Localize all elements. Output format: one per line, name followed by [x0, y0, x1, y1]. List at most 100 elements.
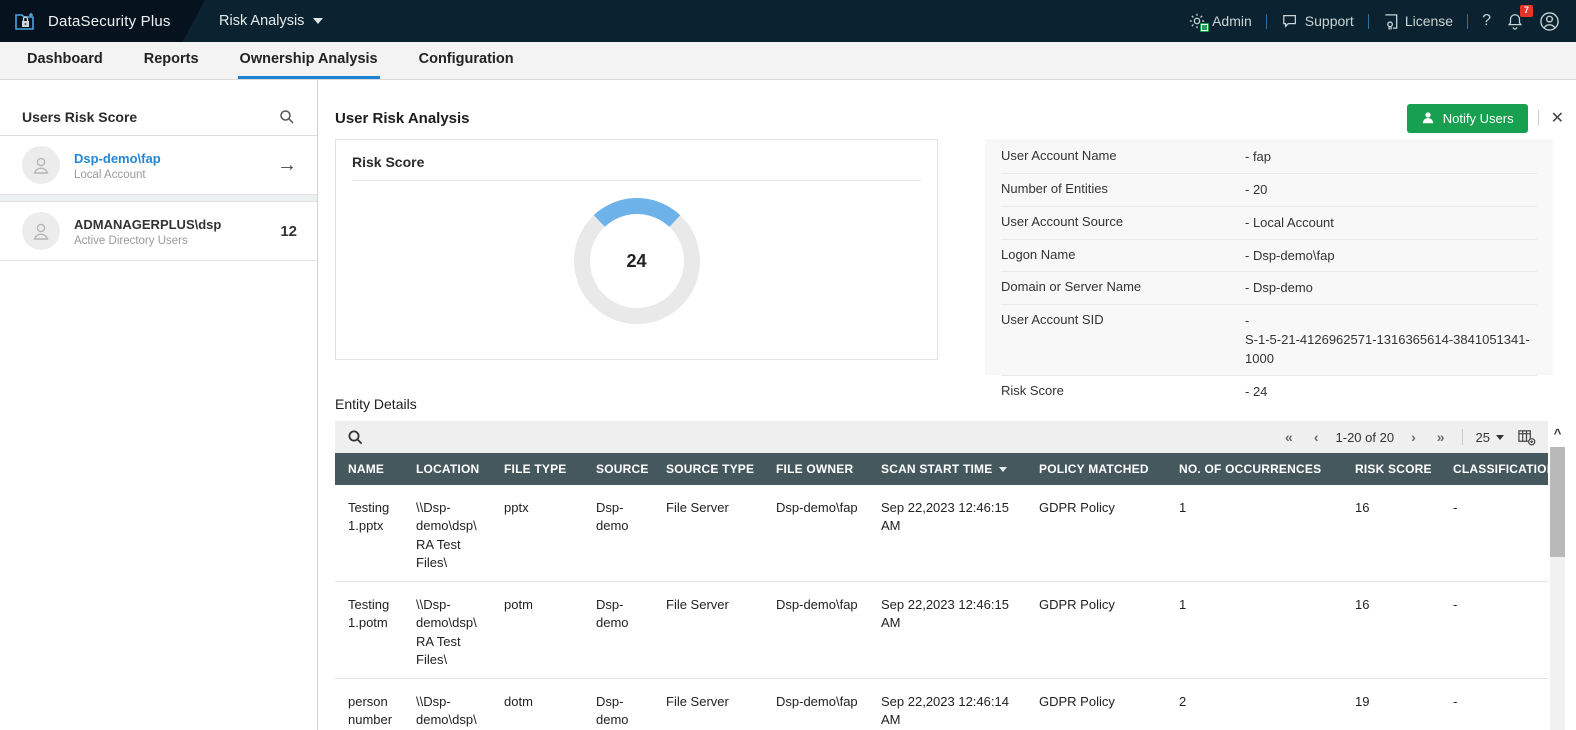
detail-row: User Account SID - S-1-5-21-4126962571-1…: [1001, 305, 1537, 376]
user-risk-score: 12: [280, 222, 297, 240]
summary-panels: Risk Score 24 User Account Name - fap Nu…: [335, 139, 1576, 399]
table-row[interactable]: Testing 1.pptx \\Dsp-demo\dsp\RA Test Fi…: [335, 485, 1548, 582]
admin-menu[interactable]: Admin: [1188, 12, 1252, 32]
user-avatar: [22, 212, 60, 250]
cell-file-owner: Dsp-demo\fap: [763, 581, 868, 679]
module-name: Risk Analysis: [219, 13, 305, 29]
detail-value: - 24: [1245, 383, 1268, 399]
cell-occurrences: 1: [1166, 581, 1342, 679]
risk-score-donut-chart: 24: [336, 181, 937, 341]
tab-configuration[interactable]: Configuration: [417, 42, 516, 79]
user-avatar: [22, 146, 60, 184]
pagination-range: 1-20 of 20: [1335, 429, 1395, 445]
user-account-type: Local Account: [74, 168, 146, 181]
pagination-last-button[interactable]: »: [1433, 428, 1449, 446]
cell-file-type: pptx: [491, 485, 583, 582]
tab-reports[interactable]: Reports: [142, 42, 201, 79]
column-header-risk-score[interactable]: RISK SCORE: [1342, 453, 1440, 485]
cell-file-type: potm: [491, 581, 583, 679]
detail-label: Logon Name: [1001, 246, 1076, 262]
tab-ownership-analysis[interactable]: Ownership Analysis: [237, 42, 380, 79]
detail-row: User Account Source - Local Account: [1001, 207, 1537, 240]
cell-location: \\Dsp-demo\dsp\RA Test Files\: [403, 485, 491, 582]
cell-file-owner: Dsp-demo\fap: [763, 678, 868, 730]
cell-occurrences: 2: [1166, 678, 1342, 730]
user-list-item-admanagerplus-dsp[interactable]: ADMANAGERPLUS\dsp Active Directory Users…: [0, 202, 317, 261]
help-icon[interactable]: ?: [1482, 12, 1491, 30]
license-icon: [1383, 13, 1399, 30]
cell-name: Testing 1.potm: [335, 581, 403, 679]
cell-occurrences: 1: [1166, 485, 1342, 582]
cell-risk-score: 16: [1342, 485, 1440, 582]
page-size-dropdown[interactable]: 25: [1476, 430, 1504, 445]
detail-value: - 20: [1245, 181, 1268, 197]
top-bar: DataSecurity Plus Risk Analysis Admin Su…: [0, 0, 1576, 42]
support-menu[interactable]: Support: [1281, 13, 1354, 29]
cell-classification: -: [1440, 678, 1548, 730]
entity-details-table: NAME LOCATION FILE TYPE SOURCE SOURCE TY…: [335, 453, 1548, 730]
table-search-icon[interactable]: [347, 429, 364, 446]
table-row[interactable]: Testing 1.potm \\Dsp-demo\dsp\RA Test Fi…: [335, 581, 1548, 679]
app-title: DataSecurity Plus: [48, 12, 171, 30]
column-header-classification[interactable]: CLASSIFICATION: [1440, 453, 1548, 485]
main-tab-bar: Dashboard Reports Ownership Analysis Con…: [0, 42, 1576, 80]
scrollbar-track[interactable]: [1550, 447, 1565, 730]
column-header-file-owner[interactable]: FILE OWNER: [763, 453, 868, 485]
user-info: Dsp-demo\fap Local Account: [74, 149, 263, 181]
detail-label: User Account Source: [1001, 213, 1124, 229]
arrow-right-icon[interactable]: →: [277, 154, 297, 177]
divider: [1467, 13, 1469, 29]
column-header-name[interactable]: NAME: [335, 453, 403, 485]
pagination-first-button[interactable]: «: [1281, 428, 1297, 446]
divider: [0, 195, 317, 202]
column-chooser-icon[interactable]: [1517, 428, 1536, 446]
chat-icon: [1281, 13, 1299, 29]
column-header-source[interactable]: SOURCE: [583, 453, 653, 485]
table-row[interactable]: person number - \\Dsp-demo\dsp\RA Test F…: [335, 678, 1548, 730]
column-header-location[interactable]: LOCATION: [403, 453, 491, 485]
divider: [1461, 429, 1463, 445]
tab-dashboard[interactable]: Dashboard: [25, 42, 105, 79]
scan-start-time-label: SCAN START TIME: [881, 462, 993, 476]
user-list-item-dsp-demo-fap[interactable]: Dsp-demo\fap Local Account →: [0, 136, 317, 195]
close-icon[interactable]: ✕: [1549, 108, 1566, 128]
cell-scan-start-time: Sep 22,2023 12:46:15 AM: [868, 581, 1026, 679]
user-account-type: Active Directory Users: [74, 234, 188, 247]
main-panel: User Risk Analysis Notify Users ✕ Risk S…: [318, 80, 1576, 730]
column-header-occurrences[interactable]: NO. OF OCCURRENCES: [1166, 453, 1342, 485]
detail-value: - Dsp-demo\fap: [1245, 247, 1335, 263]
admin-export-badge: [1200, 23, 1210, 32]
pagination-prev-button[interactable]: ‹: [1310, 428, 1323, 446]
user-avatar-icon[interactable]: [1539, 11, 1560, 32]
top-nav: Admin Support License ? 7: [1188, 5, 1576, 32]
cell-scan-start-time: Sep 22,2023 12:46:14 AM: [868, 678, 1026, 730]
table-scrollbar[interactable]: ^: [1549, 425, 1566, 730]
account-details-panel: User Account Name - fap Number of Entiti…: [985, 139, 1553, 399]
header-actions: Notify Users ✕: [1406, 103, 1566, 133]
gear-icon: [1188, 12, 1210, 32]
license-label: License: [1404, 13, 1454, 29]
divider: [1537, 110, 1539, 126]
detail-row: Logon Name - Dsp-demo\fap: [1001, 240, 1537, 273]
search-icon[interactable]: [279, 109, 295, 125]
cell-classification: -: [1440, 485, 1548, 582]
license-menu[interactable]: License: [1383, 13, 1453, 30]
page-size-value: 25: [1475, 429, 1490, 445]
module-selector[interactable]: Risk Analysis: [219, 13, 324, 29]
content-area: Users Risk Score Dsp-demo\fap Local Acco…: [0, 80, 1576, 730]
pagination-next-button[interactable]: ›: [1407, 428, 1420, 446]
chevron-down-icon: [1496, 434, 1504, 440]
scrollbar-thumb[interactable]: [1550, 447, 1565, 557]
notify-users-button[interactable]: Notify Users: [1406, 103, 1528, 133]
risk-score-value: 24: [626, 250, 647, 271]
detail-row: User Account Name - fap: [1001, 141, 1537, 174]
cell-source: Dsp-demo: [583, 678, 653, 730]
page-title: User Risk Analysis: [335, 109, 470, 127]
column-header-source-type[interactable]: SOURCE TYPE: [653, 453, 763, 485]
notifications-bell-icon[interactable]: 7: [1506, 5, 1533, 30]
scroll-up-icon[interactable]: ^: [1549, 425, 1566, 443]
column-header-scan-start-time[interactable]: SCAN START TIME: [868, 453, 1026, 485]
column-header-file-type[interactable]: FILE TYPE: [491, 453, 583, 485]
main-header: User Risk Analysis Notify Users ✕: [335, 103, 1576, 133]
column-header-policy-matched[interactable]: POLICY MATCHED: [1026, 453, 1166, 485]
